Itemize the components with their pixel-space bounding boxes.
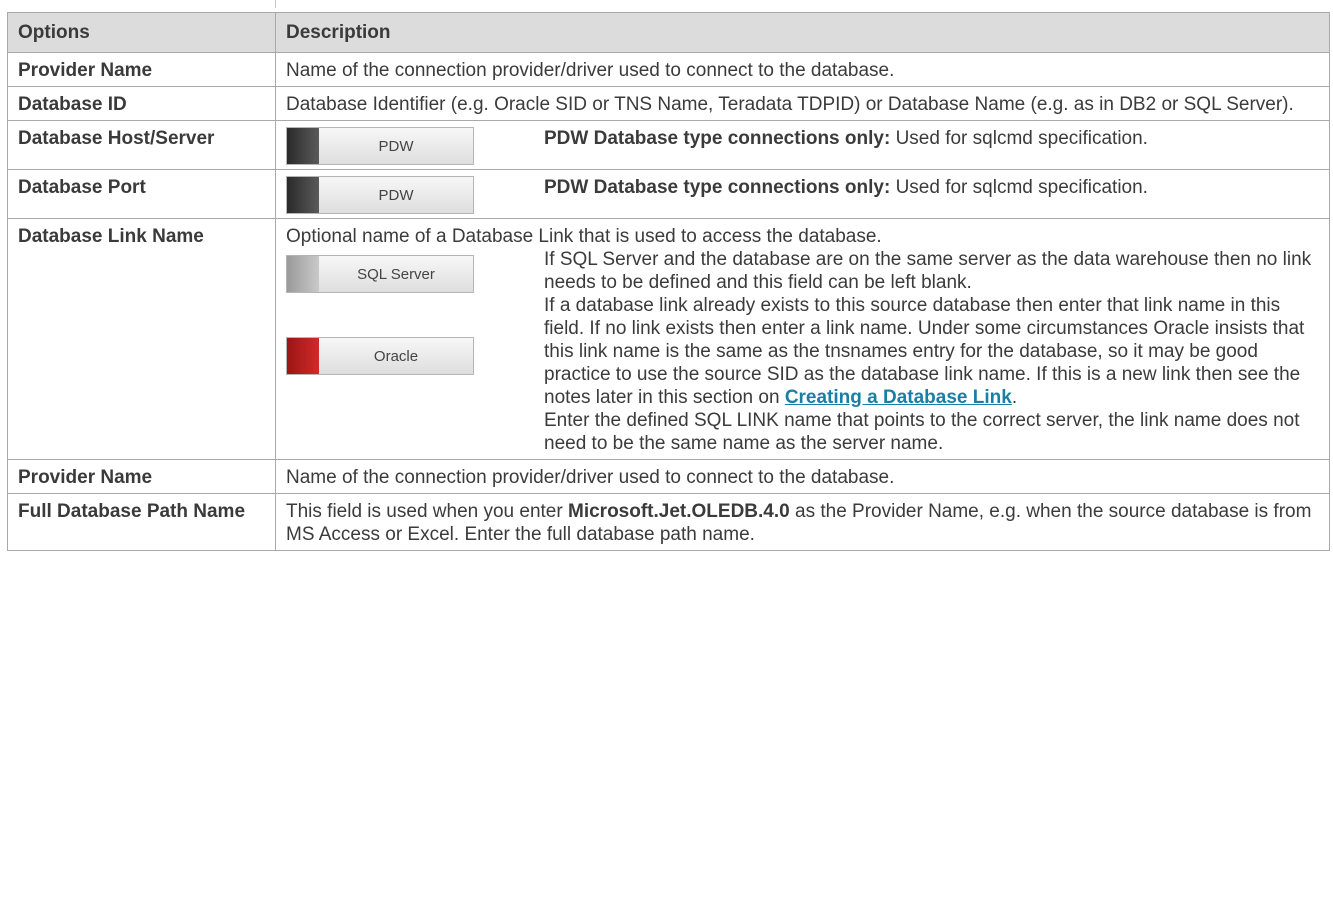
option-provider-name: Provider Name bbox=[7, 52, 276, 87]
pdw-swatch-icon bbox=[287, 177, 319, 213]
oracle-note: If a database link already exists to thi… bbox=[544, 294, 1319, 409]
desc-provider-name-2: Name of the connection provider/driver u… bbox=[275, 459, 1330, 494]
desc-database-host: PDW PDW Database type connections only: … bbox=[275, 120, 1330, 170]
fullpath-provider: Microsoft.Jet.OLEDB.4.0 bbox=[568, 501, 790, 522]
pdw-badge-label: PDW bbox=[378, 137, 414, 155]
creating-database-link-link[interactable]: Creating a Database Link bbox=[785, 387, 1012, 408]
pdw-badge: PDW bbox=[286, 127, 474, 165]
desc-database-port: PDW PDW Database type connections only: … bbox=[275, 169, 1330, 219]
sql-server-note: If SQL Server and the database are on th… bbox=[544, 249, 1312, 293]
table-row: Database ID Database Identifier (e.g. Or… bbox=[7, 86, 1330, 121]
sql-server-badge-label: SQL Server bbox=[357, 265, 435, 283]
pdw-badge: PDW bbox=[286, 176, 474, 214]
desc-database-link-name: Optional name of a Database Link that is… bbox=[275, 218, 1330, 460]
pdw-note-lead: PDW Database type connections only: bbox=[544, 177, 891, 198]
table-row: Provider Name Name of the connection pro… bbox=[7, 52, 1330, 87]
pdw-badge-label: PDW bbox=[378, 186, 414, 204]
sql-server-swatch-icon bbox=[287, 256, 319, 292]
option-database-host: Database Host/Server bbox=[7, 120, 276, 170]
table-row: Database Link Name Optional name of a Da… bbox=[7, 218, 1330, 460]
pdw-note-text: Used for sqlcmd specification. bbox=[890, 128, 1148, 149]
pdw-note-text: Used for sqlcmd specification. bbox=[890, 177, 1148, 198]
table-row: Database Host/Server PDW PDW Database ty… bbox=[7, 120, 1330, 170]
table-row: Database Port PDW PDW Database type conn… bbox=[7, 169, 1330, 219]
oracle-note-end: . bbox=[1011, 387, 1018, 408]
sql-server-badge: SQL Server bbox=[286, 255, 474, 293]
option-provider-name-2: Provider Name bbox=[7, 459, 276, 494]
option-database-port: Database Port bbox=[7, 169, 276, 219]
pdw-swatch-icon bbox=[287, 128, 319, 164]
sql-link-note: Enter the defined SQL LINK name that poi… bbox=[544, 410, 1300, 454]
option-database-id: Database ID bbox=[7, 86, 276, 121]
oracle-badge-label: Oracle bbox=[373, 347, 419, 365]
table-row: Provider Name Name of the connection pro… bbox=[7, 459, 1330, 494]
column-divider-fragment bbox=[275, 0, 276, 8]
oracle-swatch-icon bbox=[287, 338, 319, 374]
desc-database-id: Database Identifier (e.g. Oracle SID or … bbox=[275, 86, 1330, 121]
option-database-link-name: Database Link Name bbox=[7, 218, 276, 460]
header-options: Options bbox=[7, 12, 276, 53]
table-header-row: Options Description bbox=[7, 12, 1330, 53]
option-full-database-path-name: Full Database Path Name bbox=[7, 493, 276, 551]
options-table: Options Description Provider Name Name o… bbox=[7, 12, 1330, 551]
desc-full-database-path-name: This field is used when you enter Micros… bbox=[275, 493, 1330, 551]
fullpath-pre: This field is used when you enter bbox=[286, 501, 568, 522]
link-intro: Optional name of a Database Link that is… bbox=[286, 226, 882, 247]
desc-provider-name: Name of the connection provider/driver u… bbox=[275, 52, 1330, 87]
header-description: Description bbox=[275, 12, 1330, 53]
table-row: Full Database Path Name This field is us… bbox=[7, 493, 1330, 551]
oracle-badge: Oracle bbox=[286, 337, 474, 375]
pdw-note-lead: PDW Database type connections only: bbox=[544, 128, 891, 149]
